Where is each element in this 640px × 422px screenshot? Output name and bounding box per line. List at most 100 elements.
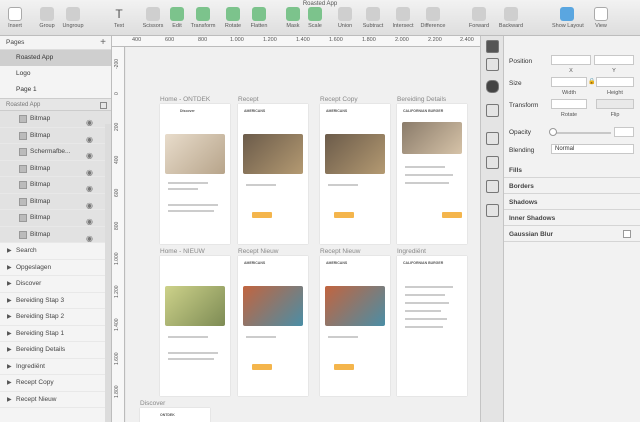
artboard-title[interactable]: Discover	[140, 400, 165, 407]
artboard-recept-nieuw-2[interactable]: AMERICANS	[320, 256, 390, 396]
difference-icon	[426, 7, 440, 21]
flatten-button[interactable]: Flatten	[244, 7, 274, 29]
layer-row[interactable]: Bitmap ◉	[0, 210, 111, 227]
image-edit-icon[interactable]	[486, 180, 499, 193]
artboard-home-ontdek[interactable]: Discover	[160, 104, 230, 244]
artboard-home-nieuw[interactable]	[160, 256, 230, 396]
artboard-ingredient[interactable]: CALIFORNIAN BURGER	[397, 256, 467, 396]
artboard-discover[interactable]: ONTDEK	[140, 408, 210, 422]
x-field[interactable]	[551, 55, 591, 65]
insert-button[interactable]: Insert	[0, 7, 30, 29]
layer-row[interactable]: Bitmap ◉	[0, 127, 111, 144]
layout-icon[interactable]	[486, 132, 499, 145]
group-row[interactable]: ▶ Recept Nieuw	[0, 391, 111, 409]
height-field[interactable]	[596, 77, 634, 87]
collapse-icon[interactable]	[100, 102, 107, 109]
gaussian-blur-checkbox[interactable]	[623, 230, 631, 238]
group-row[interactable]: ▶ Bereiding Stap 2	[0, 309, 111, 326]
disclosure-icon[interactable]: ▶	[7, 276, 12, 293]
group-row[interactable]: ▶ Bereiding Details	[0, 342, 111, 359]
layer-row[interactable]: Bitmap ◉	[0, 193, 111, 210]
union-button[interactable]: Union	[330, 7, 360, 29]
opacity-slider[interactable]	[551, 132, 611, 134]
flip-buttons[interactable]	[596, 99, 634, 109]
orange-button[interactable]	[252, 364, 272, 370]
disclosure-icon[interactable]: ▶	[7, 342, 12, 359]
artboard-title[interactable]: Home - ONTDEK	[160, 96, 210, 103]
lock-icon[interactable]: 🔒	[588, 78, 595, 85]
group-row[interactable]: ▶ Bereiding Stap 1	[0, 325, 111, 343]
share-icon[interactable]	[486, 58, 499, 71]
artboard-title[interactable]: Recept Copy	[320, 96, 358, 103]
artboard-title[interactable]: Home - NIEUW	[160, 248, 205, 255]
page-item[interactable]: Roasted App	[0, 50, 111, 66]
disclosure-icon[interactable]: ▶	[7, 293, 12, 310]
width-field[interactable]	[551, 77, 587, 87]
disclosure-icon[interactable]: ▶	[7, 375, 12, 392]
artboard-title[interactable]: Recept Nieuw	[238, 248, 278, 255]
disclosure-icon[interactable]: ▶	[7, 260, 12, 277]
image-add-icon[interactable]	[486, 204, 499, 217]
y-field[interactable]	[594, 55, 634, 65]
subtract-button[interactable]: Subtract	[358, 7, 388, 29]
artboard-title[interactable]: Recept	[238, 96, 259, 103]
disclosure-icon[interactable]: ▶	[7, 243, 12, 260]
intersect-button[interactable]: Intersect	[388, 7, 418, 29]
difference-button[interactable]: Difference	[418, 7, 448, 29]
view-button[interactable]: View	[586, 7, 616, 29]
opacity-slider-knob[interactable]	[549, 128, 557, 136]
opacity-field[interactable]	[614, 127, 634, 137]
artboard-bereiding-details[interactable]: CALIFORNIAN BURGER	[397, 104, 467, 244]
orange-button[interactable]	[252, 212, 272, 218]
artboard-recept[interactable]: AMERICANS	[238, 104, 308, 244]
group-row[interactable]: ▶ Discover	[0, 276, 111, 293]
layer-row[interactable]: Bitmap ◉	[0, 111, 111, 128]
text-button[interactable]: T Text	[104, 7, 134, 29]
artboard-recept-copy[interactable]: AMERICANS	[320, 104, 390, 244]
gaussian-blur-section[interactable]: Gaussian Blur	[504, 227, 640, 242]
artboard-title[interactable]: Bereiding Details	[397, 96, 446, 103]
orange-button[interactable]	[334, 364, 354, 370]
artboard-recept-nieuw[interactable]: AMERICANS	[238, 256, 308, 396]
group-row[interactable]: ▶ Ingrediënt	[0, 358, 111, 376]
artboard-title[interactable]: Recept Nieuw	[320, 248, 360, 255]
artboard-title[interactable]: Ingrediënt	[397, 248, 426, 255]
ungroup-button[interactable]: Ungroup	[58, 7, 88, 29]
layer-row[interactable]: Bitmap ◉	[0, 226, 111, 243]
page-item[interactable]: Logo	[0, 66, 111, 82]
layers-scrollbar[interactable]	[105, 124, 111, 422]
add-page-icon[interactable]: +	[100, 36, 106, 50]
shadows-section[interactable]: Shadows	[504, 195, 640, 210]
layer-row[interactable]: Schermafbe... ◉	[0, 144, 111, 161]
orange-button[interactable]	[334, 212, 354, 218]
transform-button[interactable]: Transform	[188, 7, 218, 29]
disclosure-icon[interactable]: ▶	[7, 359, 12, 376]
show-layout-button[interactable]: Show Layout	[552, 7, 584, 29]
blending-select[interactable]: Normal	[551, 144, 634, 154]
page-item[interactable]: Page 1	[0, 82, 111, 98]
disclosure-icon[interactable]: ▶	[7, 392, 12, 409]
layer-row[interactable]: Bitmap ◉	[0, 177, 111, 194]
stack-icon[interactable]	[486, 104, 499, 117]
rotate-field[interactable]	[551, 99, 587, 109]
orange-button[interactable]	[442, 212, 462, 218]
group-row[interactable]: ▶ Opgeslagen	[0, 259, 111, 277]
borders-section[interactable]: Borders	[504, 179, 640, 194]
forward-button[interactable]: Forward	[464, 7, 494, 29]
disclosure-icon[interactable]: ▶	[7, 326, 12, 343]
design-canvas[interactable]: Home - ONTDEK Recept Recept Copy Bereidi…	[126, 47, 480, 422]
inner-shadows-section[interactable]: Inner Shadows	[504, 211, 640, 226]
group-row[interactable]: ▶ Bereiding Stap 3	[0, 292, 111, 310]
hexagon-icon[interactable]	[486, 80, 499, 93]
main-toolbar: Roasted App Insert Group Ungroup T Text S…	[0, 0, 640, 36]
group-row[interactable]: ▶ Search	[0, 243, 111, 260]
group-row[interactable]: ▶ Recept Copy	[0, 375, 111, 392]
backward-button[interactable]: Backward	[496, 7, 526, 29]
disclosure-icon[interactable]: ▶	[7, 309, 12, 326]
style-icon[interactable]	[486, 40, 499, 53]
fills-section[interactable]: Fills	[504, 163, 640, 178]
inspector-panel: Position X Y Size 🔒 Width Height Transfo…	[503, 36, 640, 422]
layer-row[interactable]: Bitmap ◉	[0, 160, 111, 177]
scale-button[interactable]: Scale	[300, 7, 330, 29]
grid-icon[interactable]	[486, 156, 499, 169]
